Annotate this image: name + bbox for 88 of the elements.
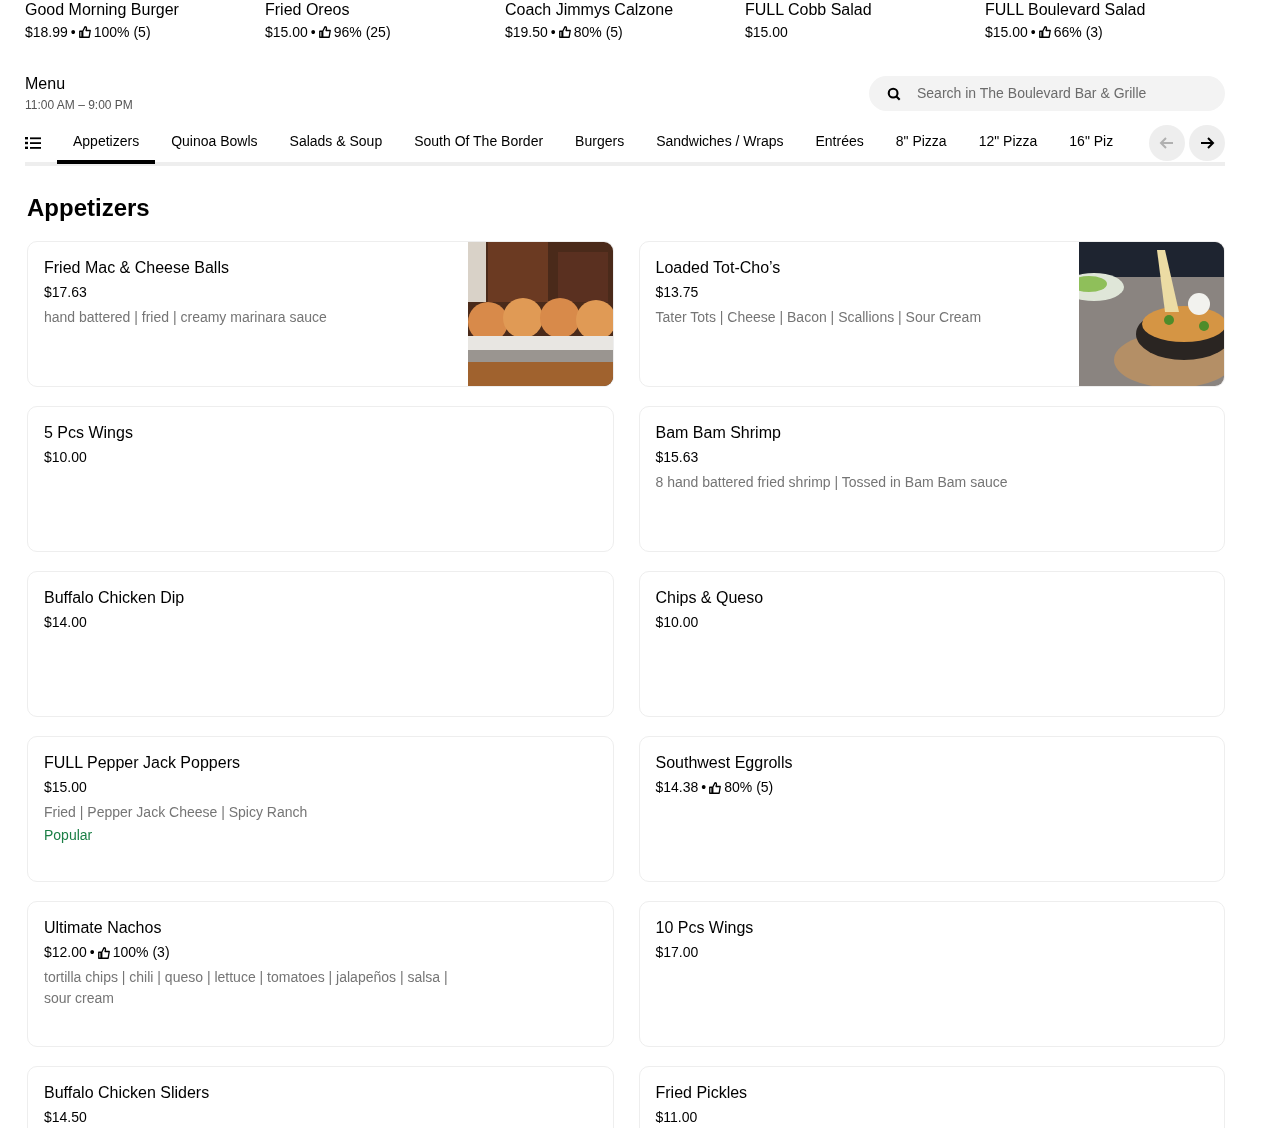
menu-item-card[interactable]: Loaded Tot-Cho’s $13.75 Tater Tots | Cheese | Bacon | Scallions | Sour Cream: [638, 241, 1225, 387]
category-tab[interactable]: South Of The Border: [398, 122, 560, 164]
rating-text: 66% (3): [1053, 23, 1103, 42]
item-name: Fried Mac & Cheese Balls: [44, 258, 230, 278]
menu-item-card[interactable]: Ultimate Nachos $12.00 • 100% (3) tortilla chips | chili | queso | lettuce | tomatoes | jalapeños | salsa | sour cream: [27, 901, 614, 1047]
price-text: $17.63: [44, 283, 87, 302]
separator-text: •: [310, 23, 316, 42]
menu-item-card[interactable]: Chips & Queso $10.00: [638, 571, 1225, 717]
rating-text: 96% (25): [333, 23, 391, 42]
item-name: 10 Pcs Wings: [655, 918, 755, 938]
featured-item-title: Coach Jimmys Calzone: [505, 0, 675, 20]
price-text: $14.00: [44, 613, 87, 632]
category-tab[interactable]: Salads & Soup: [273, 122, 399, 164]
featured-item-title: Good Morning Burger: [25, 0, 180, 20]
price-text: $15.00: [44, 778, 87, 797]
item-name: Ultimate Nachos: [44, 918, 163, 938]
separator-text: •: [89, 943, 95, 962]
separator-text: •: [550, 23, 556, 42]
arrow-left-icon: [1159, 135, 1175, 151]
thumbs-up-icon: [1038, 26, 1051, 38]
rating-text: 80% (5): [724, 778, 774, 797]
item-description: tortilla chips | chili | queso | lettuce | tomatoes | jalapeños | salsa | sour cream: [44, 968, 449, 1008]
thumbs-up-icon: [709, 781, 722, 794]
price-text: $15.63: [655, 448, 699, 467]
rating-text: 100% (5): [93, 23, 151, 42]
thumbs-up-icon: [318, 26, 331, 38]
menu-item-card[interactable]: Fried Pickles $11.00: [638, 1066, 1225, 1128]
price-text: $11.00: [655, 1108, 698, 1127]
menu-item-card[interactable]: 10 Pcs Wings $17.00: [638, 901, 1225, 1047]
item-name: Fried Pickles: [655, 1083, 749, 1103]
price-text: $13.75: [655, 283, 699, 302]
price-text: $15.00: [745, 23, 788, 42]
separator-text: •: [70, 23, 76, 42]
thumbs-up-icon: [97, 946, 110, 959]
search-field[interactable]: Search in The Boulevard Bar & Grille: [869, 75, 1225, 111]
item-name: Loaded Tot-Cho’s: [655, 258, 782, 278]
menu-item-card[interactable]: FULL Pepper Jack Poppers $15.00 Fried | Pepper Jack Cheese | Spicy Ranch Popular: [27, 736, 614, 882]
category-tab[interactable]: Quinoa Bowls: [155, 122, 274, 164]
separator-text: •: [701, 778, 707, 797]
item-name: Buffalo Chicken Sliders: [44, 1083, 211, 1103]
separator-text: •: [1030, 23, 1036, 42]
menu-item-card[interactable]: Bam Bam Shrimp $15.63 8 hand battered fried shrimp | Tossed in Bam Bam sauce: [638, 406, 1225, 552]
category-tab[interactable]: 12" Pizza: [962, 122, 1054, 164]
arrow-right-icon: [1199, 135, 1215, 151]
item-description: Fried | Pepper Jack Cheese | Spicy Ranch: [44, 803, 309, 822]
price-text: $15.00: [985, 23, 1028, 42]
menu-item-card[interactable]: Southwest Eggrolls $14.38 • 80% (5): [638, 736, 1225, 882]
price-text: $14.38: [655, 778, 699, 797]
section-title: Appetizers: [27, 193, 151, 223]
item-name: Chips & Queso: [655, 588, 765, 608]
price-text: $14.50: [44, 1108, 87, 1127]
item-name: Buffalo Chicken Dip: [44, 588, 186, 608]
menu-item-card[interactable]: 5 Pcs Wings $10.00: [27, 406, 614, 552]
item-description: Tater Tots | Cheese | Bacon | Scallions | Sour Cream: [655, 308, 983, 327]
price-text: $18.99: [25, 23, 68, 42]
thumbs-up-icon: [558, 26, 571, 38]
item-name: FULL Pepper Jack Poppers: [44, 753, 241, 773]
list-icon[interactable]: [25, 136, 41, 150]
item-name: Bam Bam Shrimp: [655, 423, 782, 443]
rating-text: 80% (5): [573, 23, 623, 42]
price-text: $12.00: [44, 943, 87, 962]
category-tab[interactable]: Appetizers: [57, 122, 156, 164]
featured-item-title: Fried Oreos: [265, 0, 351, 20]
item-description: 8 hand battered fried shrimp | Tossed in Bam Bam sauce: [655, 473, 1009, 492]
item-name: 5 Pcs Wings: [44, 423, 134, 443]
menu-item-card[interactable]: Buffalo Chicken Sliders $14.50: [27, 1066, 614, 1128]
price-text: $17.00: [655, 943, 699, 962]
category-tab[interactable]: 8" Pizza: [879, 122, 963, 164]
category-tab[interactable]: Burgers: [559, 122, 641, 164]
next-button[interactable]: [1189, 125, 1225, 161]
price-text: $15.00: [265, 23, 308, 42]
category-tab[interactable]: 16" Piz: [1053, 122, 1130, 164]
thumbs-up-icon: [78, 26, 91, 38]
popular-label: Popular: [44, 826, 94, 845]
hours-text: 11:00 AM – 9:00 PM: [25, 97, 133, 114]
menu-item-card[interactable]: Fried Mac & Cheese Balls $17.63 hand battered | fried | creamy marinara sauce: [27, 241, 614, 387]
category-tab[interactable]: Sandwiches / Wraps: [640, 122, 800, 164]
featured-item-title: FULL Cobb Salad: [745, 0, 873, 20]
rating-text: 100% (3): [112, 943, 170, 962]
item-description: hand battered | fried | creamy marinara sauce: [44, 308, 328, 327]
featured-item-title: FULL Boulevard Salad: [985, 0, 1147, 20]
price-text: $10.00: [655, 613, 699, 632]
price-text: $10.00: [44, 448, 87, 467]
category-tab[interactable]: Entrées: [799, 122, 880, 164]
menu-item-card[interactable]: Buffalo Chicken Dip $14.00: [27, 571, 614, 717]
menu-title: Menu: [25, 74, 67, 94]
item-name: Southwest Eggrolls: [655, 753, 794, 773]
price-text: $19.50: [505, 23, 548, 42]
